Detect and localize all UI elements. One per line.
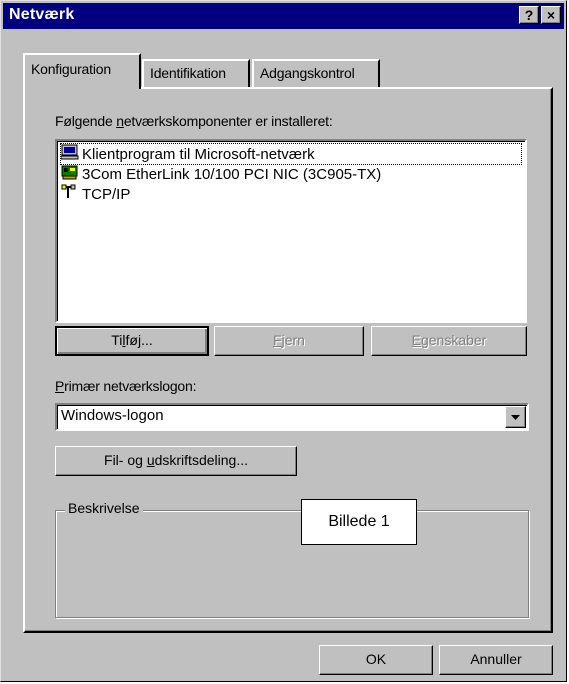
cancel-button[interactable]: Annuller [439, 645, 553, 675]
help-button[interactable]: ? [519, 6, 539, 24]
file-print-sharing-button[interactable]: Fil- og udskriftsdeling... [55, 446, 297, 476]
protocol-icon [61, 184, 79, 206]
tab-label: Konfiguration [31, 61, 111, 77]
remove-button[interactable]: Fjern [214, 326, 364, 356]
list-item[interactable]: 3Com EtherLink 10/100 PCI NIC (3C905-TX) [61, 164, 381, 184]
list-item[interactable]: TCP/IP [61, 184, 130, 204]
description-label: Beskrivelse [65, 500, 143, 516]
figure-callout: Billede 1 [301, 499, 417, 545]
title-bar[interactable]: Netværk ? × [3, 3, 564, 29]
network-dialog-window: Netværk ? × Konfiguration Identifikation… [0, 0, 567, 682]
tab-adgangskontrol[interactable]: Adgangskontrol [252, 59, 380, 87]
list-item[interactable]: Klientprogram til Microsoft-netværk [60, 143, 522, 166]
primary-logon-label: Primær netværkslogon: [55, 378, 197, 394]
selected-logon-value: Windows-logon [61, 407, 164, 424]
tab-identifikation[interactable]: Identifikation [142, 59, 250, 87]
client-network-icon [60, 144, 79, 166]
components-listbox[interactable]: Klientprogram til Microsoft-netværk 3Com… [55, 139, 527, 323]
dropdown-button[interactable] [505, 406, 526, 428]
window-title: Netværk [9, 6, 75, 23]
close-button[interactable]: × [541, 6, 561, 24]
chevron-down-icon [511, 415, 520, 420]
tab-konfiguration[interactable]: Konfiguration [23, 53, 141, 89]
tab-label: Identifikation [150, 65, 226, 81]
network-card-icon [61, 164, 79, 186]
description-groupbox [55, 510, 529, 618]
primary-logon-select[interactable]: Windows-logon [55, 403, 529, 431]
ok-button[interactable]: OK [319, 645, 433, 675]
components-label: Følgende netværkskomponenter er installe… [55, 113, 333, 129]
tab-label: Adgangskontrol [260, 65, 355, 81]
properties-button[interactable]: Egenskaber [371, 326, 527, 356]
add-button[interactable]: Tilføj... [55, 326, 209, 356]
